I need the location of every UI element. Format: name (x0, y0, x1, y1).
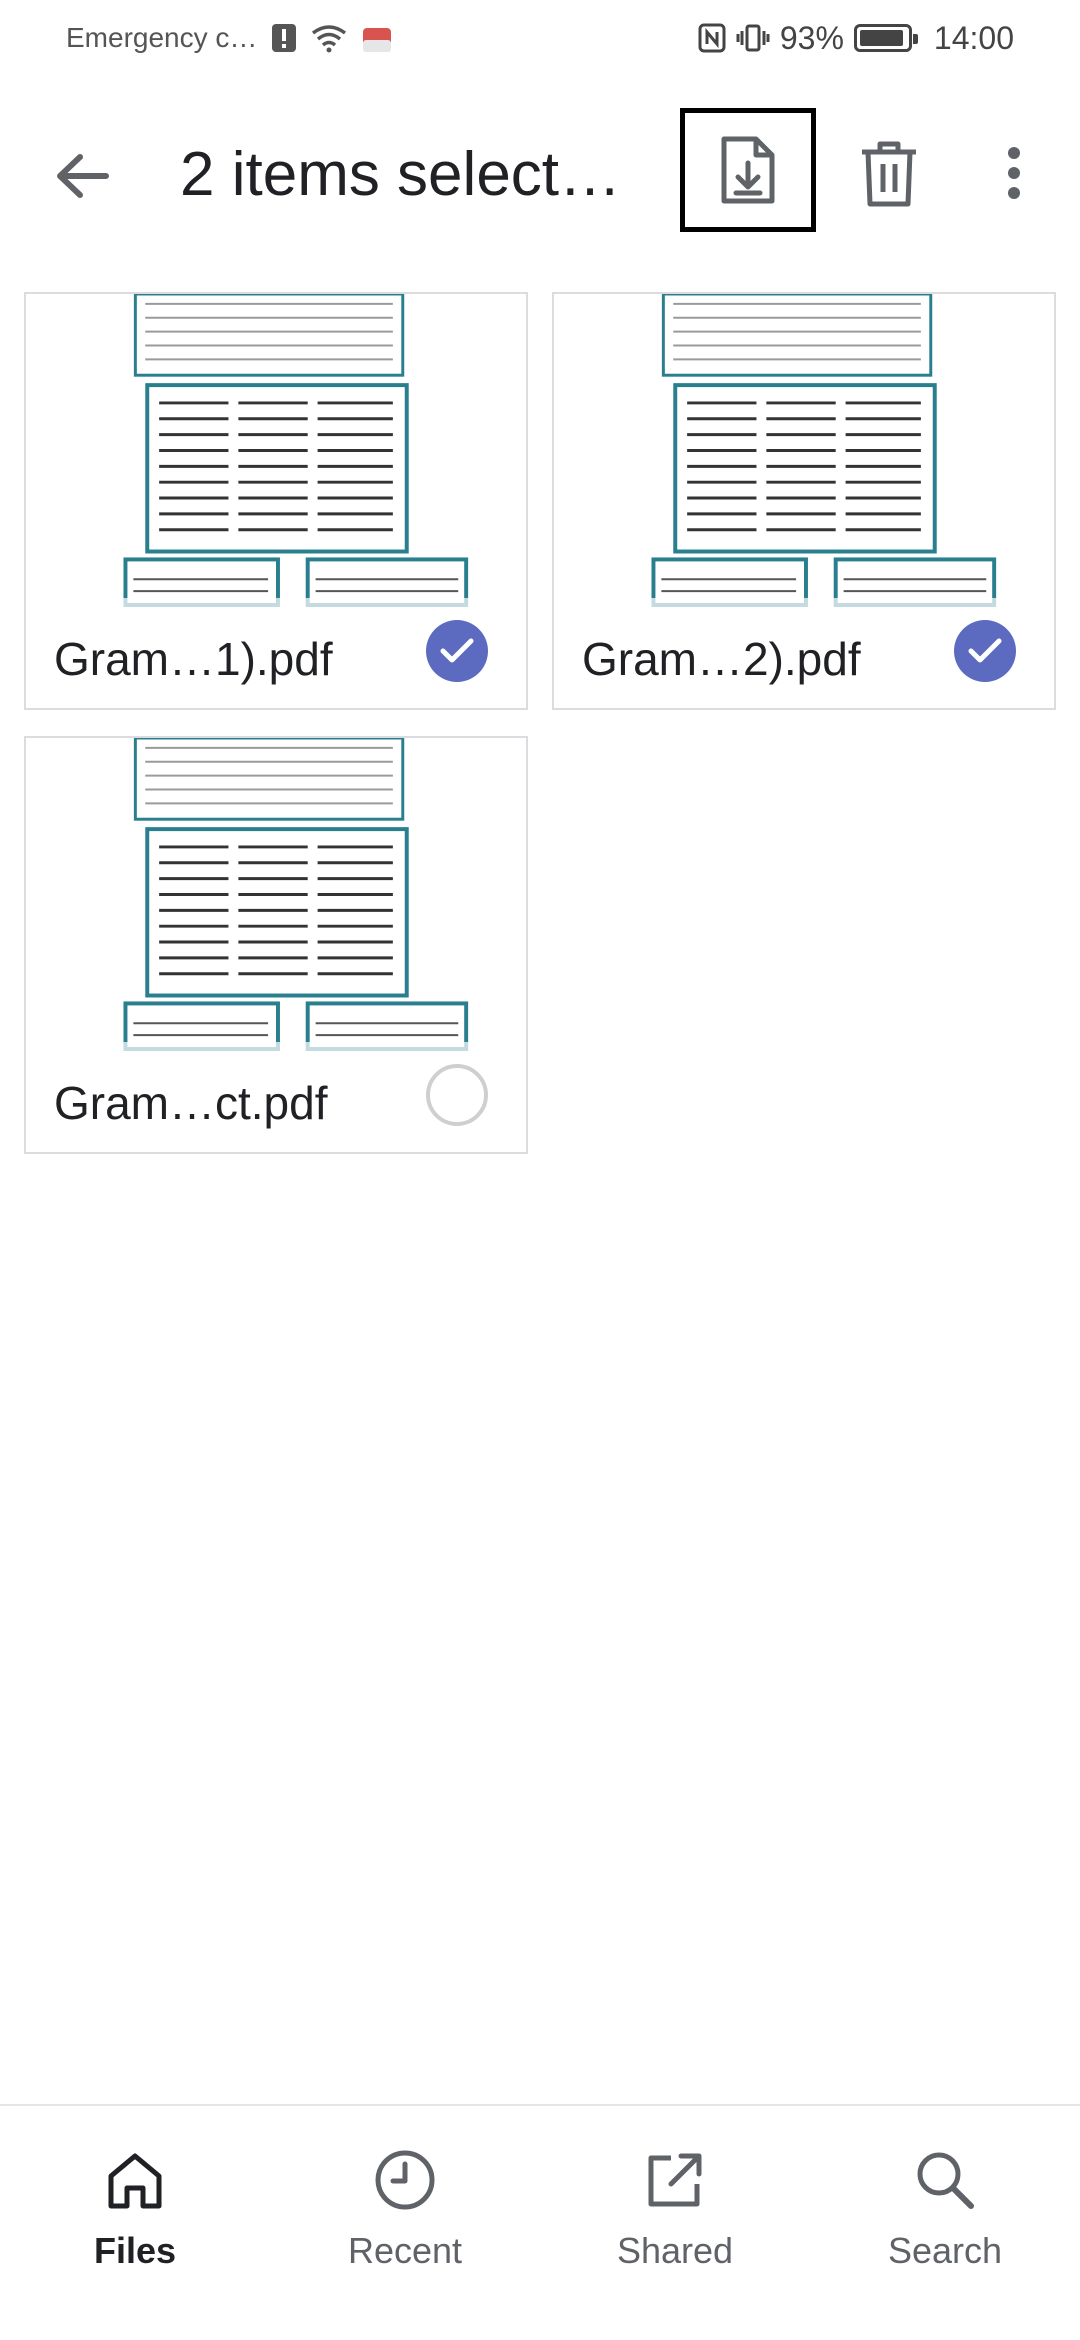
search-icon (917, 2152, 974, 2209)
file-card[interactable]: Gram…2).pdf (552, 292, 1056, 710)
back-button[interactable] (40, 134, 124, 218)
nav-label: Shared (616, 2230, 734, 2271)
clock-time: 14:00 (933, 19, 1014, 56)
trash-icon (862, 141, 916, 207)
selection-count-title: 2 items select… (180, 140, 622, 209)
clock-icon (375, 2150, 435, 2210)
notification-app-icon (361, 22, 393, 54)
download-button[interactable] (680, 108, 816, 232)
file-name: Gram…ct.pdf (54, 1077, 328, 1129)
selection-toolbar: 2 items select… (0, 100, 1080, 250)
file-name: Gram…1).pdf (54, 633, 333, 685)
file-download-icon (721, 136, 775, 204)
status-bar: Emergency c… 93% 14:00 (0, 0, 1080, 76)
home-icon (108, 2153, 162, 2209)
selection-checkbox[interactable] (954, 620, 1016, 682)
file-card[interactable]: Gram…ct.pdf (24, 736, 528, 1154)
share-external-icon (648, 2153, 702, 2207)
nav-label: Files (93, 2230, 177, 2271)
carrier-text: Emergency c… (66, 22, 258, 53)
bottom-navigation: Files Recent Shared Search (0, 2104, 1080, 2340)
nav-item-search[interactable]: Search (810, 2106, 1080, 2340)
arrow-left-icon (57, 154, 109, 198)
nfc-icon (698, 23, 726, 53)
alert-icon (271, 23, 297, 53)
status-left: Emergency c… (66, 22, 393, 54)
battery-icon (853, 24, 918, 52)
check-icon (440, 638, 474, 663)
wifi-icon (311, 23, 347, 53)
nav-item-recent[interactable]: Recent (270, 2106, 540, 2340)
check-icon (968, 638, 1002, 663)
more-options-button[interactable] (976, 128, 1052, 218)
selection-checkbox[interactable] (426, 620, 488, 682)
selection-checkbox[interactable] (426, 1064, 488, 1126)
nav-item-shared[interactable]: Shared (540, 2106, 810, 2340)
battery-percent: 93% (779, 19, 844, 56)
file-card[interactable]: Gram…1).pdf (24, 292, 528, 710)
vibrate-icon (736, 23, 770, 53)
nav-label: Recent (347, 2230, 463, 2271)
file-name: Gram…2).pdf (582, 633, 861, 685)
delete-button[interactable] (844, 128, 934, 218)
status-right: 93% 14:00 (698, 20, 1014, 57)
more-vert-icon (1008, 147, 1020, 199)
app-root: Emergency c… 93% 14:00 2 items select… G… (0, 0, 1080, 2340)
nav-label: Search (887, 2230, 1003, 2271)
nav-item-files[interactable]: Files (0, 2106, 270, 2340)
